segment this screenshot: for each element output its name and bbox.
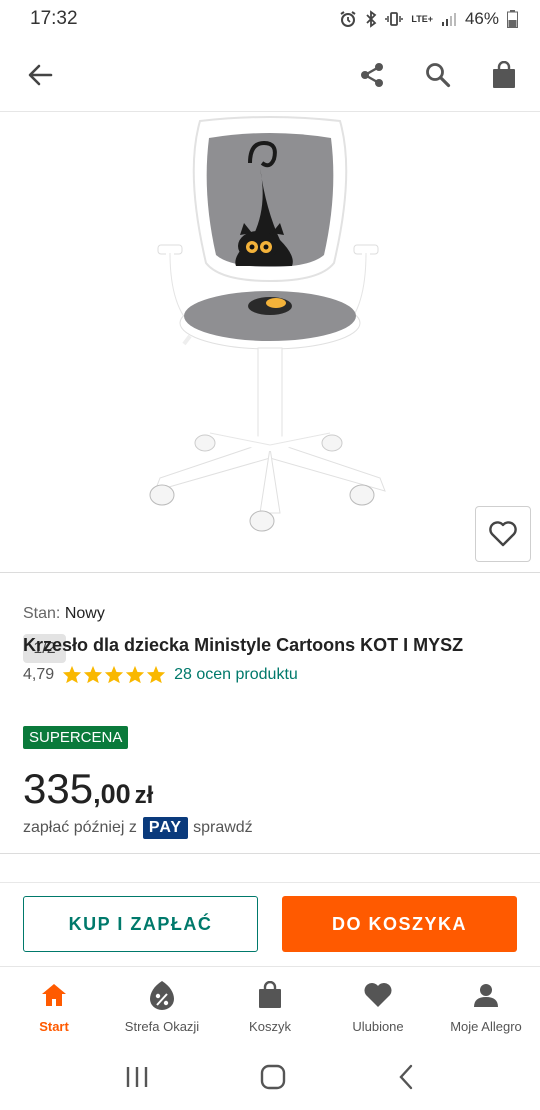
signal-icon [441, 13, 456, 26]
price-decimal: ,00 [93, 779, 131, 809]
add-to-cart-button[interactable]: DO KOSZYKA [282, 896, 517, 952]
share-icon [361, 62, 383, 87]
nav-label-moje-allegro: Moje Allegro [450, 1019, 522, 1034]
star-icon [84, 665, 103, 684]
product-gallery[interactable]: 1/2 [0, 113, 540, 663]
bluetooth-icon [366, 10, 377, 28]
home-circle-icon[interactable] [260, 1064, 286, 1090]
divider [0, 853, 540, 854]
status-bar: 17:32 LTE+ 46% [0, 0, 540, 38]
buy-now-button[interactable]: KUP I ZAPŁAĆ [23, 896, 258, 952]
rating-row: 4,79 28 ocen produktu [23, 665, 298, 684]
rating-value: 4,79 [23, 665, 55, 683]
cart-bag-icon [259, 981, 281, 1008]
star-icon [63, 665, 82, 684]
app-bar [0, 38, 540, 112]
nav-item-moje-allegro[interactable]: Moje Allegro [432, 967, 540, 1044]
wishlist-button[interactable] [475, 506, 531, 562]
percent-tag-icon [150, 981, 174, 1010]
nav-item-ulubione[interactable]: Ulubione [324, 967, 432, 1044]
pay-later-row: zapłać później z PAY sprawdź [23, 817, 253, 839]
nav-item-start[interactable]: Start [0, 967, 108, 1044]
product-title: Krzesło dla dziecka Ministyle Cartoons K… [23, 635, 464, 655]
heart-icon [364, 983, 392, 1007]
shopping-bag-icon [493, 60, 515, 88]
product-image[interactable] [100, 113, 440, 573]
battery-percent: 46% [464, 9, 499, 28]
share-button[interactable] [354, 57, 390, 93]
bottom-nav: Start Strefa Okazji Koszyk Ulubione Moje… [0, 966, 540, 1044]
product-price: 335,00 zł [23, 765, 153, 813]
search-icon [426, 62, 451, 87]
recent-apps-icon[interactable] [125, 1066, 149, 1088]
status-icons: LTE+ 46% [339, 9, 518, 29]
home-icon [42, 984, 66, 1006]
alarm-icon [340, 11, 356, 27]
system-navigation-bar [0, 1044, 540, 1110]
network-label: LTE+ [411, 13, 433, 24]
pay-badge: PAY [142, 817, 189, 839]
star-icon [126, 665, 145, 684]
condition-value: Nowy [64, 605, 105, 622]
back-arrow-icon [28, 64, 53, 85]
rating-stars [62, 665, 166, 684]
nav-item-strefa-okazji[interactable]: Strefa Okazji [108, 967, 216, 1044]
star-icon [147, 665, 166, 684]
user-icon [474, 984, 498, 1007]
vibrate-icon [385, 12, 404, 26]
rating-count-link[interactable]: 28 ocen produktu [174, 666, 298, 684]
pay-later-check-link[interactable]: sprawdź [193, 819, 253, 837]
nav-label-ulubione: Ulubione [352, 1019, 404, 1034]
pay-later-text: zapłać później z [23, 819, 137, 836]
search-button[interactable] [420, 57, 456, 93]
heart-outline-icon [489, 521, 517, 547]
system-back-icon[interactable] [397, 1064, 415, 1090]
price-currency: zł [134, 782, 154, 809]
status-time: 17:32 [30, 8, 78, 29]
price-main: 335 [23, 765, 94, 812]
buy-bar: KUP I ZAPŁAĆ DO KOSZYKA [0, 882, 540, 966]
product-condition: Stan: Nowy [23, 605, 105, 623]
nav-item-koszyk[interactable]: Koszyk [216, 967, 324, 1044]
cart-button[interactable] [486, 57, 522, 93]
star-icon [105, 665, 124, 684]
back-button[interactable] [22, 57, 58, 93]
nav-label-koszyk: Koszyk [249, 1019, 291, 1034]
nav-label-strefa-okazji: Strefa Okazji [124, 1019, 200, 1034]
condition-label: Stan: [23, 605, 61, 622]
battery-icon [507, 10, 518, 28]
supercena-badge: SUPERCENA [23, 726, 129, 749]
nav-label-start: Start [39, 1019, 69, 1034]
